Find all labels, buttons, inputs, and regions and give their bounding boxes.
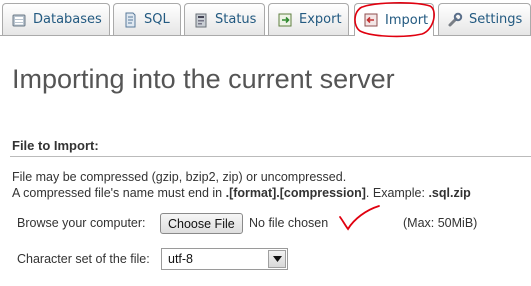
tab-sql-label: SQL — [144, 12, 170, 27]
filename-note-middle: . Example: — [365, 186, 429, 200]
no-file-chosen-text: No file chosen — [249, 216, 329, 230]
sql-icon — [122, 12, 138, 28]
settings-icon — [447, 12, 463, 28]
tab-databases[interactable]: Databases — [2, 3, 110, 35]
section-divider — [10, 156, 531, 157]
filename-note-format: .[format].[compression] — [225, 186, 366, 200]
status-icon — [193, 12, 209, 28]
tab-export-label: Export — [299, 12, 342, 27]
page: Databases SQL Status Export Import Setti… — [0, 0, 531, 286]
tab-export[interactable]: Export — [268, 3, 349, 35]
page-title: Importing into the current server — [12, 64, 395, 94]
tab-import[interactable]: Import — [354, 3, 434, 36]
tab-import-label: Import — [385, 12, 429, 28]
annotation-checkmark-icon — [339, 205, 380, 231]
max-upload-size: (Max: 50MiB) — [403, 216, 478, 230]
tab-bar: Databases SQL Status Export Import Setti… — [0, 0, 531, 36]
charset-select[interactable]: utf-8 — [161, 248, 288, 270]
chevron-down-icon[interactable] — [268, 250, 286, 268]
choose-file-button[interactable]: Choose File — [160, 213, 243, 234]
filename-note-prefix: A compressed file's name must end in — [12, 186, 226, 200]
tab-settings[interactable]: Settings — [438, 3, 531, 35]
tab-settings-label: Settings — [469, 12, 523, 27]
filename-note-example: .sql.zip — [428, 186, 471, 200]
charset-selected-value: utf-8 — [168, 252, 194, 266]
tab-databases-label: Databases — [33, 12, 102, 27]
import-icon — [363, 12, 379, 28]
compression-note: File may be compressed (gzip, bzip2, zip… — [12, 170, 347, 184]
tab-sql[interactable]: SQL — [113, 3, 181, 35]
export-icon — [277, 12, 293, 28]
databases-icon — [11, 12, 27, 28]
browse-label: Browse your computer: — [17, 216, 146, 230]
tab-status[interactable]: Status — [184, 3, 265, 35]
section-title-file-to-import: File to Import: — [12, 138, 99, 153]
tab-status-label: Status — [215, 12, 257, 27]
filename-note: A compressed file's name must end in .[f… — [12, 186, 471, 200]
charset-label: Character set of the file: — [17, 252, 150, 266]
